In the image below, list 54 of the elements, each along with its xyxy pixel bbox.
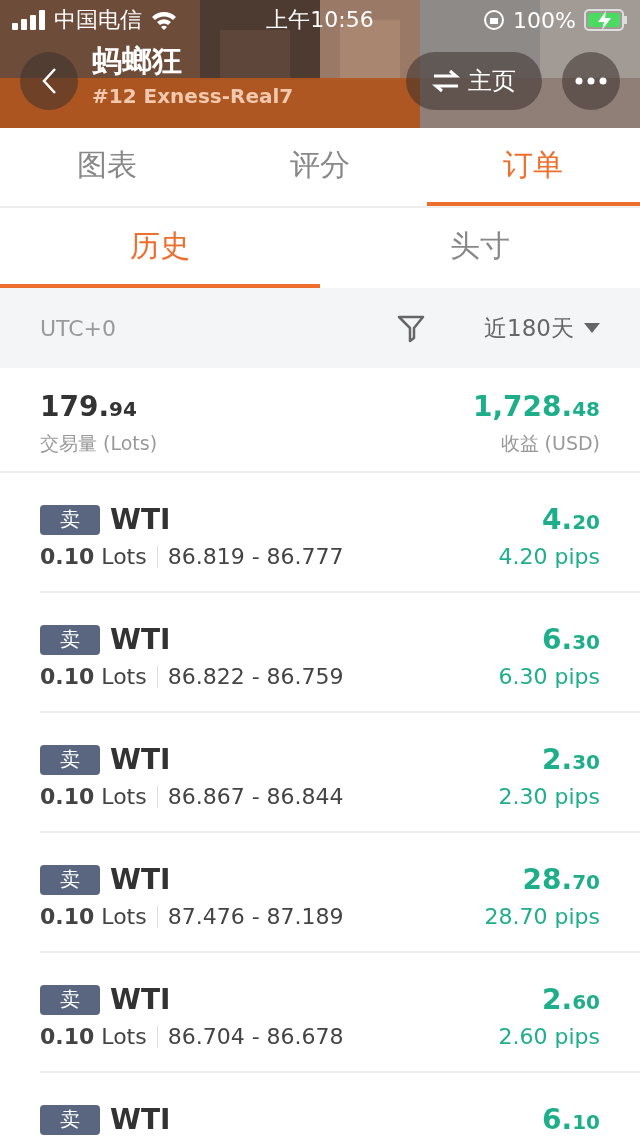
- signal-icon: [12, 10, 46, 30]
- order-profit: 28.70: [522, 863, 600, 896]
- timezone-label: UTC+0: [40, 315, 118, 341]
- more-dots-icon: [575, 77, 607, 85]
- sell-tag: 卖: [40, 864, 100, 895]
- order-symbol: WTI: [110, 863, 171, 896]
- caret-icon: [584, 323, 600, 333]
- order-prices: 86.867 - 86.844: [167, 784, 344, 809]
- order-pips: 2.30 pips: [498, 784, 600, 809]
- volume-value: 179.94: [40, 390, 137, 423]
- order-symbol: WTI: [110, 623, 171, 656]
- sell-tag: 卖: [40, 1104, 100, 1135]
- order-pips: 2.60 pips: [498, 1024, 600, 1049]
- battery-charging-icon: [584, 9, 628, 31]
- period-dropdown[interactable]: 近180天: [444, 312, 600, 344]
- order-profit: 2.60: [542, 983, 600, 1016]
- sell-tag: 卖: [40, 984, 100, 1015]
- sell-tag: 卖: [40, 624, 100, 655]
- status-time: 上午10:56: [266, 6, 374, 34]
- order-pips: 4.20 pips: [498, 544, 600, 569]
- account-subtitle: #12 Exness-Real7: [92, 83, 295, 108]
- order-symbol: WTI: [110, 983, 171, 1016]
- wifi-icon: [150, 10, 178, 30]
- order-prices: 87.476 - 87.189: [167, 904, 344, 929]
- order-lots: 0.10 Lots: [40, 544, 147, 569]
- order-pips: 6.30 pips: [498, 664, 600, 689]
- order-profit: 6.30: [542, 623, 600, 656]
- order-symbol: WTI: [110, 1103, 171, 1136]
- order-lots: 0.10 Lots: [40, 784, 147, 809]
- profit-value: 1,728.48: [472, 390, 600, 423]
- trader-name: 蚂螂狂: [92, 41, 183, 80]
- volume-label: 交易量 (Lots): [40, 431, 158, 456]
- order-profit: 4.20: [542, 503, 600, 536]
- rotation-lock-icon: [483, 9, 506, 31]
- sell-tag: 卖: [40, 504, 100, 535]
- order-prices: 86.822 - 86.759: [167, 664, 344, 689]
- home-button[interactable]: 主页: [406, 52, 542, 110]
- battery-percent: 100%: [513, 7, 576, 33]
- filter-icon[interactable]: [396, 313, 427, 343]
- order-lots: 0.10 Lots: [40, 664, 147, 689]
- order-symbol: WTI: [110, 743, 171, 776]
- order-lots: 0.10 Lots: [40, 904, 147, 929]
- order-profit: 2.30: [542, 743, 600, 776]
- order-symbol: WTI: [110, 503, 171, 536]
- order-lots: 0.10 Lots: [40, 1024, 147, 1049]
- sell-tag: 卖: [40, 744, 100, 775]
- order-profit: 6.10: [542, 1103, 600, 1136]
- order-pips: 28.70 pips: [484, 904, 600, 929]
- chevron-left-icon: [41, 67, 57, 95]
- order-prices: 86.819 - 86.777: [167, 544, 344, 569]
- profit-label: 收益 (USD): [500, 431, 600, 456]
- order-prices: 86.704 - 86.678: [167, 1024, 344, 1049]
- swap-arrows-icon: [432, 69, 460, 93]
- carrier-name: 中国电信: [54, 6, 142, 34]
